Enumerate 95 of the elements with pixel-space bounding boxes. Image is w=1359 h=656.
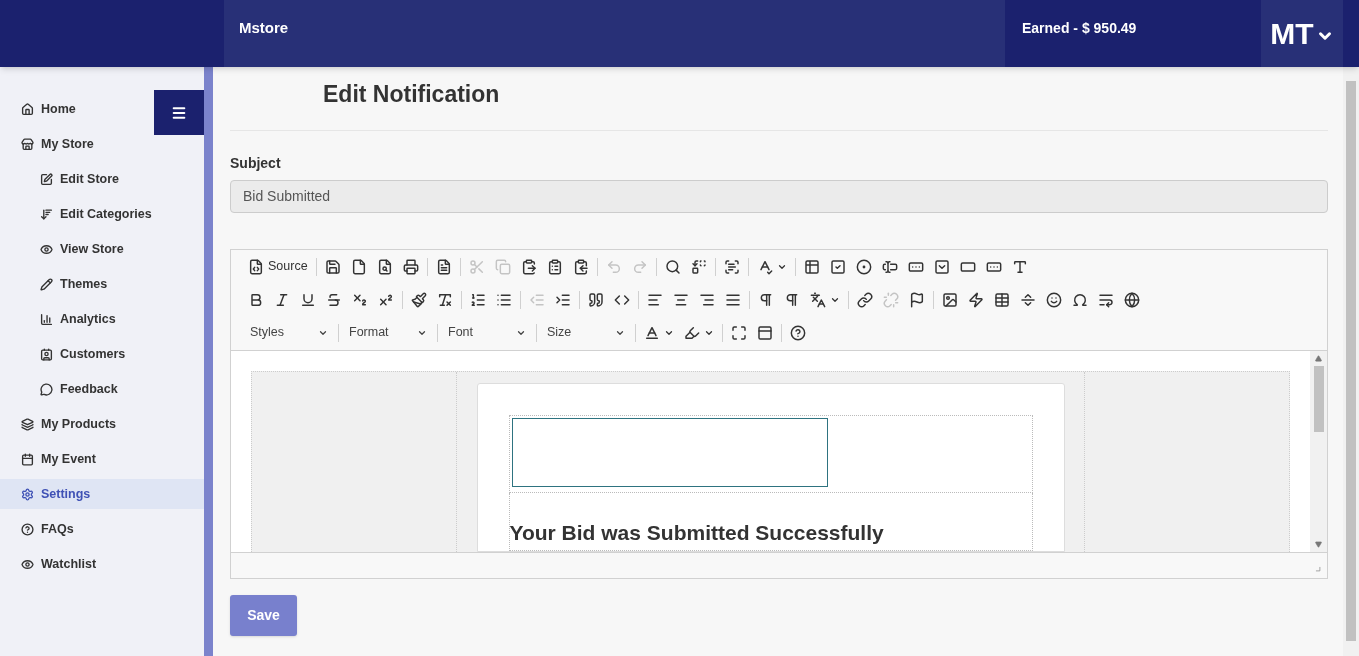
page-search-icon [376, 258, 393, 275]
format-dropdown[interactable]: Format [342, 319, 434, 346]
subject-field[interactable]: Bid Submitted [230, 179, 1328, 213]
store-icon [21, 137, 34, 151]
eye-icon [40, 242, 53, 256]
document-icon [435, 258, 452, 275]
undo-icon [605, 258, 622, 275]
dropdown-icon [933, 258, 950, 275]
panel-icon [757, 324, 773, 341]
sidebar-item[interactable]: Edit Categories [0, 199, 204, 229]
sidebar-item[interactable]: Feedback [0, 374, 204, 404]
replace-icon [690, 258, 707, 275]
bold-icon [248, 291, 264, 308]
italic-icon [274, 291, 290, 308]
speech-bubble-icon [40, 382, 53, 396]
help-icon [21, 522, 34, 536]
page-title: Edit Notification [323, 80, 501, 109]
underline-icon [300, 291, 316, 308]
save-icon [324, 258, 341, 275]
strikethrough-icon [326, 291, 342, 308]
menu-icon [171, 104, 187, 121]
text-input-icon [881, 258, 898, 275]
menu-toggle[interactable] [154, 90, 204, 135]
form-icon [803, 258, 820, 275]
table-icon [994, 291, 1010, 308]
link-icon [857, 291, 873, 308]
bar-chart-icon [40, 312, 53, 326]
globe-icon [1124, 291, 1140, 308]
format-dropdown[interactable]: Size [540, 319, 632, 346]
sidebar-item[interactable]: Home [0, 94, 204, 124]
sidebar-item[interactable]: FAQs [0, 514, 204, 544]
smiley-icon [1046, 291, 1062, 308]
sidebar-item[interactable]: My Store [0, 129, 204, 159]
sidebar-item[interactable]: Watchlist [0, 549, 204, 579]
format-dropdown[interactable]: Font [441, 319, 533, 346]
toolbar-button[interactable]: Source [243, 253, 313, 280]
redo-icon [631, 258, 648, 275]
file-code-icon [248, 258, 264, 275]
user-menu[interactable]: MT [1261, 0, 1343, 67]
clipboard-icon [520, 258, 537, 275]
unlink-icon [883, 291, 899, 308]
calendar-icon [21, 452, 34, 466]
lightning-icon [968, 291, 984, 308]
page-icon [350, 258, 367, 275]
sidebar-item[interactable]: View Store [0, 234, 204, 264]
layers-icon [21, 417, 34, 431]
sidebar-item[interactable]: Customers [0, 339, 204, 369]
clipboard-list-icon [546, 258, 563, 275]
image-icon [942, 291, 958, 308]
earned-amount: Earned - $ 950.49 [1022, 19, 1137, 38]
scissors-icon [468, 258, 485, 275]
horizontal-rule-icon [1020, 291, 1036, 308]
search-icon [664, 258, 681, 275]
radio-icon [855, 258, 872, 275]
copy-icon [494, 258, 511, 275]
subject-label: Subject [230, 153, 282, 173]
sidebar-item[interactable]: Edit Store [0, 164, 204, 194]
sidebar-item[interactable]: Analytics [0, 304, 204, 334]
maximize-icon [731, 324, 747, 341]
scrollbar-thumb[interactable] [1346, 81, 1356, 641]
help-icon [790, 324, 806, 341]
paintbrush-icon [411, 291, 427, 308]
text-color-icon [644, 324, 660, 341]
edit-icon [40, 172, 53, 186]
flag-icon [909, 291, 925, 308]
pencil-icon [40, 277, 53, 291]
quote-icon [588, 291, 604, 308]
omega-icon [1072, 291, 1088, 308]
pilcrow-icon [784, 291, 800, 308]
scroll-down-icon [1315, 540, 1322, 548]
sidebar-item[interactable]: Settings [0, 479, 204, 509]
home-icon [21, 102, 34, 116]
eye-icon [21, 557, 34, 571]
checkbox-icon [829, 258, 846, 275]
highlighter-icon [684, 324, 700, 341]
sidebar-item[interactable]: My Products [0, 409, 204, 439]
remove-format-icon [437, 291, 453, 308]
scroll-up-icon [1315, 354, 1322, 362]
save-button[interactable]: Save [230, 594, 297, 636]
language-icon [810, 291, 826, 308]
text-scan-icon [723, 258, 740, 275]
numbered-list-icon [470, 291, 486, 308]
sort-icon [40, 207, 53, 221]
type-icon [1011, 258, 1028, 275]
email-heading: Your Bid was Submitted Successfully [509, 519, 885, 546]
format-dropdown[interactable]: Styles [243, 319, 335, 346]
print-icon [402, 258, 419, 275]
contact-card-icon [40, 347, 53, 361]
sidebar-item[interactable]: Themes [0, 269, 204, 299]
brand-name[interactable]: Mstore [239, 17, 289, 40]
pilcrow-icon [758, 291, 774, 308]
clipboard-copy-icon [572, 258, 589, 275]
sidebar-item[interactable]: My Event [0, 444, 204, 474]
scrollbar-thumb[interactable] [1313, 365, 1324, 432]
settings-icon [21, 487, 34, 501]
